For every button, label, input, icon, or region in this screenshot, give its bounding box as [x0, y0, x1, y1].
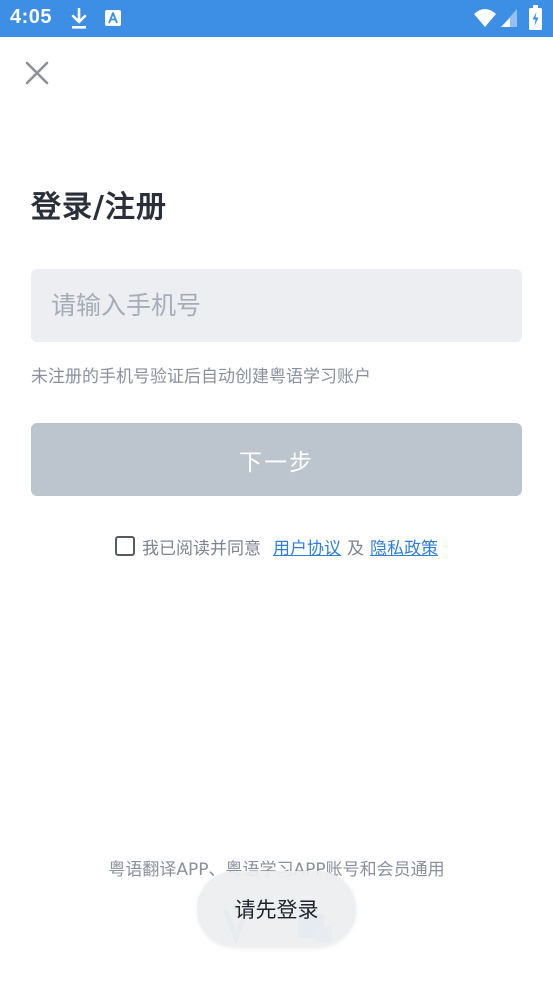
status-time: 4:05 — [10, 6, 53, 28]
next-button[interactable]: 下一步 — [31, 423, 522, 496]
privacy-policy-link[interactable]: 隐私政策 — [370, 534, 438, 559]
battery-charging-icon — [529, 5, 542, 30]
agreement-conjunction: 及 — [347, 538, 364, 559]
user-agreement-link[interactable]: 用户协议 — [273, 534, 341, 559]
download-icon — [71, 8, 87, 29]
agreement-row: 我已阅读并同意 用户协议 及 隐私政策 — [115, 534, 438, 559]
page-title: 登录/注册 — [31, 190, 167, 225]
register-hint: 未注册的手机号验证后自动创建粤语学习账户 — [31, 367, 371, 387]
text-a-icon — [105, 10, 121, 26]
phone-input[interactable] — [31, 269, 522, 342]
login-toast: 请先登录 — [197, 871, 356, 947]
agreement-checkbox[interactable] — [115, 536, 135, 556]
toast-message: 请先登录 — [234, 898, 319, 922]
agreement-prefix: 我已阅读并同意 — [142, 538, 261, 559]
status-bar: 4:05 — [0, 0, 553, 37]
wifi-icon — [474, 9, 496, 27]
signal-icon — [501, 9, 517, 27]
close-icon[interactable] — [18, 55, 56, 93]
